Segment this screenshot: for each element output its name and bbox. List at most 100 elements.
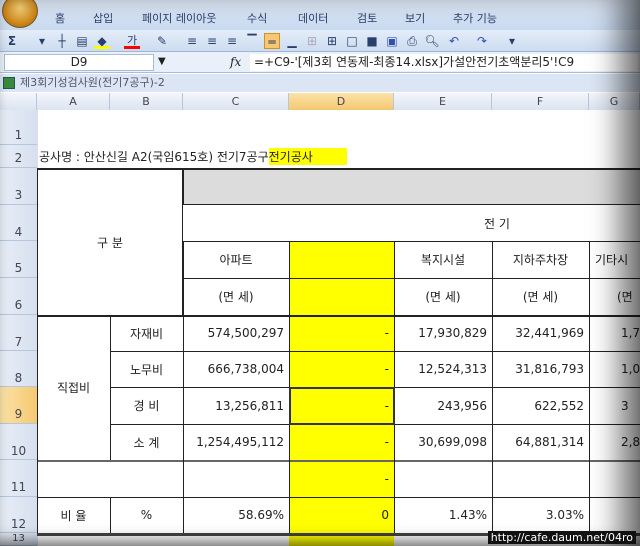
thick-border-icon[interactable]: ■ [364, 33, 380, 49]
row-header-5[interactable]: 5 [0, 241, 37, 278]
ratio-c[interactable]: 58.69% [183, 497, 289, 533]
ratio-f[interactable]: 3.03% [492, 497, 589, 533]
cell-g[interactable]: 1,00 [589, 351, 640, 387]
watermark: http://cafe.daum.net/04ro [487, 531, 636, 544]
cell-e[interactable]: 30,699,098 [394, 424, 492, 460]
align-middle-icon[interactable]: ═ [264, 33, 280, 49]
ratio-label: 비 율 [60, 508, 87, 523]
row11-d[interactable]: - [289, 460, 394, 497]
tab-addins[interactable]: 추가 기능 [453, 10, 497, 26]
row-header-13[interactable]: 13 [0, 533, 37, 546]
chevron-down-icon[interactable]: ▼ [158, 56, 166, 67]
row-header-1[interactable]: 1 [0, 110, 37, 145]
ratio-d[interactable]: 0 [289, 497, 394, 533]
cell-e[interactable]: 17,930,829 [394, 315, 492, 351]
direct-cost-label: 직접비 [56, 381, 91, 395]
cell-f[interactable]: 31,816,793 [492, 351, 589, 387]
cell-d[interactable]: - [289, 424, 394, 460]
filter-icon[interactable]: ▾ [34, 33, 50, 49]
row-header-3[interactable]: 3 [0, 168, 37, 205]
name-box[interactable]: D9 [4, 54, 154, 71]
cell-d[interactable]: - [289, 351, 394, 387]
align-left-icon[interactable]: ≡ [184, 33, 200, 49]
header-apartment: 아파트 [219, 253, 253, 267]
align-center-icon[interactable]: ≡ [204, 33, 220, 49]
gubun-label: 구 분 [97, 236, 123, 250]
undo-icon[interactable]: ↶ [446, 33, 462, 49]
project-label: 공사명 : 안산신길 A2(국임615호) 전기7공구 [39, 150, 269, 164]
column-header-d[interactable]: D [289, 93, 394, 110]
edit-icon[interactable]: ✎ [154, 33, 170, 49]
row-header-4[interactable]: 4 [0, 205, 37, 241]
sub-g: (면 [617, 290, 633, 304]
tab-home[interactable]: 홈 [55, 10, 65, 26]
cell-f[interactable]: 622,552 [492, 387, 589, 424]
sum-icon[interactable]: Σ [4, 33, 20, 49]
align-top-icon[interactable]: ▔ [244, 33, 260, 49]
row-header-6[interactable]: 6 [0, 278, 37, 315]
row-header-10[interactable]: 10 [0, 424, 37, 460]
tab-formulas[interactable]: 수식 [247, 10, 267, 26]
selected-cell-d9[interactable] [289, 387, 395, 425]
align-right-icon[interactable]: ≡ [224, 33, 240, 49]
item-label: 노무비 [129, 362, 164, 377]
excel-icon [3, 77, 15, 89]
tab-review[interactable]: 검토 [357, 10, 377, 26]
column-header-c[interactable]: C [183, 93, 289, 110]
column-header-e[interactable]: E [394, 93, 492, 110]
fill-color-icon[interactable]: ◆ [94, 33, 110, 49]
project-highlight: 전기공사 [268, 148, 347, 165]
jeongi-label: 전 기 [484, 216, 510, 231]
cell-c[interactable]: 574,500,297 [183, 315, 289, 351]
row-header-8[interactable]: 8 [0, 351, 37, 387]
header-welfare: 복지시설 [420, 253, 466, 267]
header-other: 기타시 [595, 253, 629, 267]
cell-d[interactable]: - [289, 315, 394, 351]
font-color-icon[interactable]: 가 [124, 33, 140, 49]
all-borders-icon[interactable]: ⊞ [324, 33, 340, 49]
align-bottom-icon[interactable]: ▁ [284, 33, 300, 49]
select-all[interactable] [0, 93, 37, 110]
redo-icon[interactable]: ↷ [474, 33, 490, 49]
tab-data[interactable]: 데이터 [298, 10, 328, 26]
cell-c[interactable]: 13,256,811 [183, 387, 289, 424]
ratio-e[interactable]: 1.43% [394, 497, 492, 533]
row-header-7[interactable]: 7 [0, 315, 37, 351]
cell-e[interactable]: 243,956 [394, 387, 492, 424]
cell-c[interactable]: 666,738,004 [183, 351, 289, 387]
cell-g[interactable]: 3 [589, 387, 640, 424]
header-parking: 지하주차장 [512, 253, 569, 267]
sub-c: (면 세) [218, 290, 254, 304]
column-header-f[interactable]: F [492, 93, 589, 110]
border-icon[interactable]: ┼ [54, 33, 70, 49]
cell-g[interactable]: 2,83 [589, 424, 640, 460]
merge-icon[interactable]: ▤ [74, 33, 90, 49]
row-header-12[interactable]: 12 [0, 497, 37, 533]
item-label: 자재비 [129, 326, 164, 341]
cell-f[interactable]: 32,441,969 [492, 315, 589, 351]
cell-g[interactable]: 1,74 [589, 315, 640, 351]
row-header-2[interactable]: 2 [0, 145, 37, 168]
save-icon[interactable]: ▣ [384, 33, 400, 49]
cell-c[interactable]: 1,254,495,112 [183, 424, 289, 460]
item-label: 소 계 [133, 435, 160, 450]
row-header-9[interactable]: 9 [0, 387, 37, 424]
tab-view[interactable]: 보기 [405, 10, 425, 26]
outline-icon[interactable]: □ [344, 33, 360, 49]
fx-icon[interactable]: fx [230, 55, 241, 69]
grid-icon[interactable]: ⊞ [304, 33, 320, 49]
cell-e[interactable]: 12,524,313 [394, 351, 492, 387]
formula-input[interactable]: =+C9-'[제3회 연동제-최종14.xlsx]가설안전기초액분리5'!C9 [250, 54, 638, 71]
tab-insert[interactable]: 삽입 [93, 10, 113, 26]
customize-icon[interactable]: ▾ [504, 33, 520, 49]
tab-page-layout[interactable]: 페이지 레이아웃 [142, 10, 216, 26]
column-header-b[interactable]: B [110, 93, 183, 110]
column-header-g[interactable]: G [589, 93, 640, 110]
print-icon[interactable]: ⎙ [404, 33, 420, 49]
print-preview-icon[interactable]: 🔍︎ [424, 33, 440, 49]
row-header-11[interactable]: 11 [0, 460, 37, 497]
project-name: 공사명 : 안산신길 A2(국임615호) 전기7공구 전기공사 [39, 145, 347, 168]
cell-f[interactable]: 64,881,314 [492, 424, 589, 460]
item-label: 경 비 [133, 399, 160, 413]
column-header-a[interactable]: A [37, 93, 110, 110]
